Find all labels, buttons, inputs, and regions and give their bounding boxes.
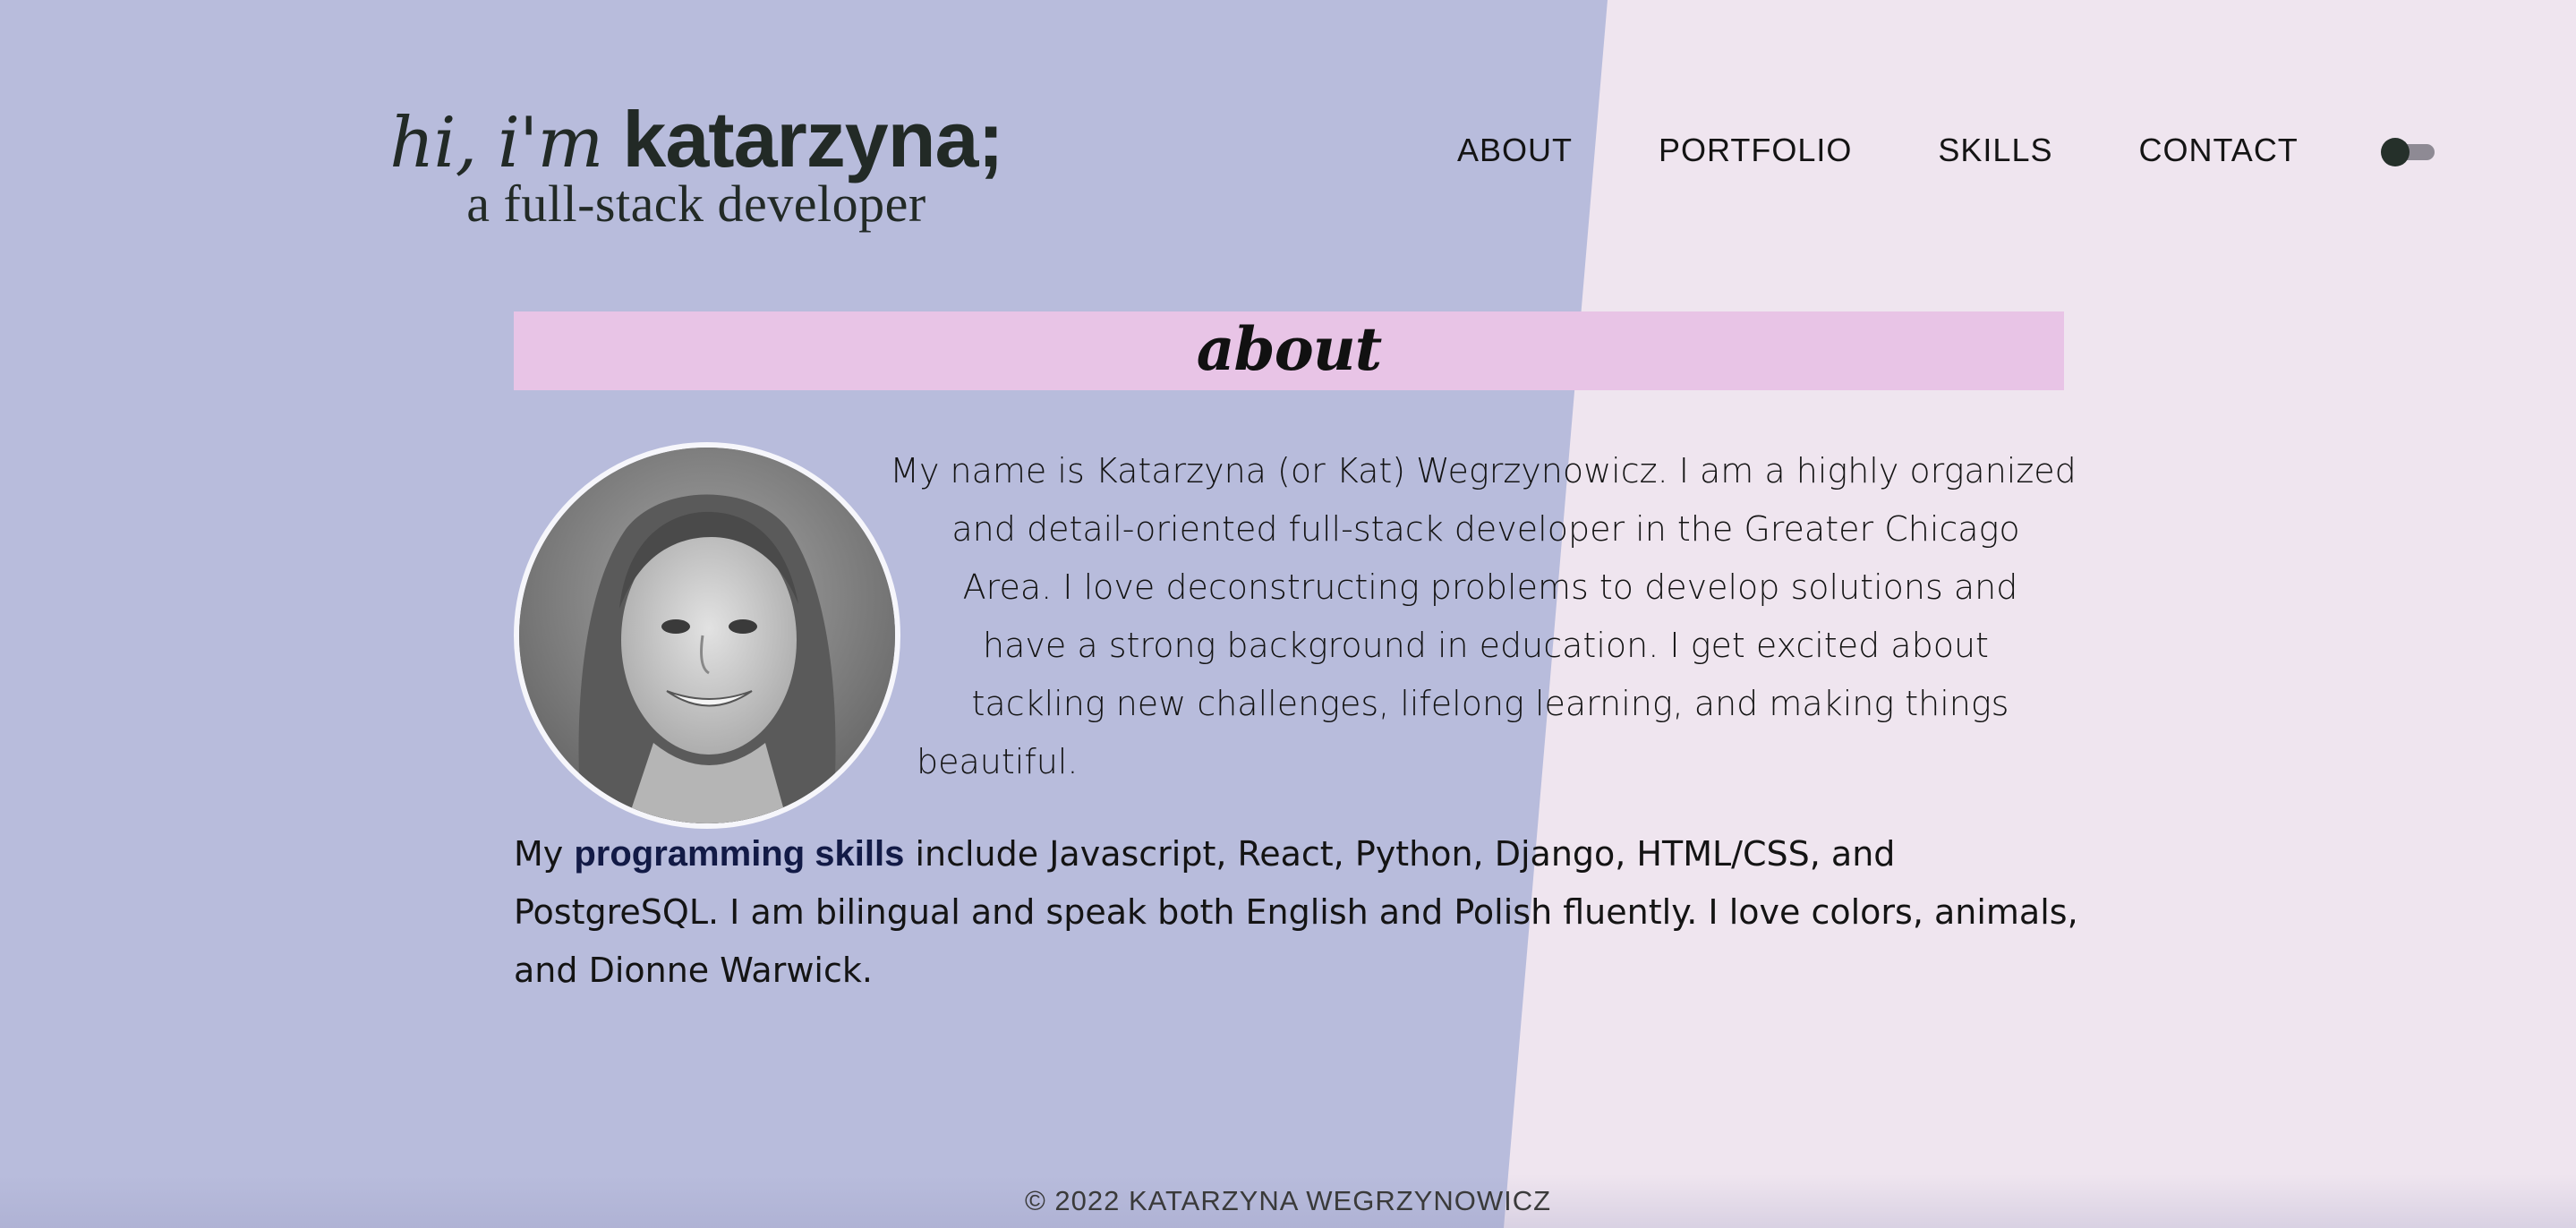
bio-line: tackling new challenges, lifelong learni… bbox=[971, 684, 2009, 723]
nav-item-portfolio[interactable]: PORTFOLIO bbox=[1659, 132, 1852, 169]
logo-name: katarzyna; bbox=[622, 95, 1003, 183]
toggle-knob-icon bbox=[2381, 138, 2410, 166]
profile-photo bbox=[514, 442, 900, 829]
portrait-icon bbox=[519, 448, 895, 823]
nav-item-contact[interactable]: CONTACT bbox=[2138, 132, 2298, 169]
nav-item-about[interactable]: ABOUT bbox=[1457, 132, 1573, 169]
about-title: about bbox=[1196, 314, 1382, 384]
skills-prefix: My bbox=[514, 834, 564, 874]
main-nav: ABOUT PORTFOLIO SKILLS CONTACT bbox=[1457, 129, 2299, 172]
bio-line: have a strong background in education. I… bbox=[983, 626, 1989, 665]
bio-line: My name is Katarzyna (or Kat) Wegrzynowi… bbox=[890, 451, 2077, 490]
skills-line: and Dionne Warwick. bbox=[514, 951, 873, 990]
logo-greeting: hi, i'm bbox=[389, 103, 603, 183]
footer-copyright: © 2022 KATARZYNA WEGRZYNOWICZ bbox=[1024, 1185, 1552, 1216]
logo-subtitle: a full-stack developer bbox=[466, 175, 926, 233]
bio-line: and detail-oriented full-stack developer… bbox=[951, 509, 2020, 549]
about-section-banner: about bbox=[514, 311, 2064, 390]
theme-toggle-switch[interactable] bbox=[2381, 138, 2436, 166]
bio-line: beautiful. bbox=[917, 742, 1079, 781]
bio-line: Area. I love deconstructing problems to … bbox=[962, 567, 2018, 607]
skills-line1-rest: include Javascript, React, Python, Djang… bbox=[915, 834, 1896, 874]
skills-line: My programming skills include Javascript… bbox=[514, 825, 2071, 883]
logo-heading: hi, i'm katarzyna; bbox=[383, 100, 1010, 179]
nav-item-skills[interactable]: SKILLS bbox=[1938, 132, 2052, 169]
skills-line: PostgreSQL. I am bilingual and speak bot… bbox=[514, 892, 2078, 932]
site-logo[interactable]: hi, i'm katarzyna; a full-stack developer bbox=[383, 100, 1010, 234]
skills-paragraph: My programming skills include Javascript… bbox=[514, 825, 2078, 1000]
skills-emphasis: programming skills bbox=[574, 834, 905, 874]
bio-paragraph: My name is Katarzyna (or Kat) Wegrzynowi… bbox=[859, 442, 2094, 791]
